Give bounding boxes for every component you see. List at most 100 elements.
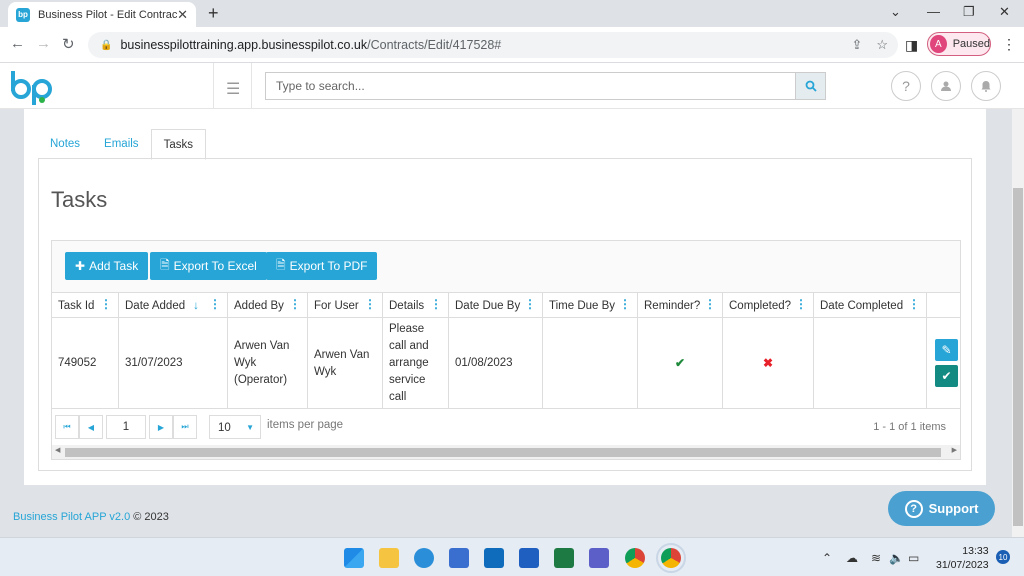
browser-toolbar: ← → ↻ 🔒 businesspilottraining.app.busine… xyxy=(0,27,1024,63)
tab-emails[interactable]: Emails xyxy=(92,129,151,159)
column-header-completed[interactable]: Completed? ⋮ xyxy=(723,293,814,318)
complete-task-button[interactable]: ✔ xyxy=(935,365,958,387)
column-menu-icon[interactable]: ⋮ xyxy=(524,298,536,311)
divider xyxy=(251,63,252,109)
last-page-icon[interactable]: ⏭ xyxy=(173,415,197,439)
search-input[interactable] xyxy=(265,72,795,100)
back-icon[interactable]: ← xyxy=(10,35,25,52)
browser-tab[interactable]: bp Business Pilot - Edit Contract ✕ xyxy=(8,2,196,27)
column-header-date-due-by[interactable]: Date Due By ⋮ xyxy=(449,293,543,318)
wifi-icon[interactable]: ≋ xyxy=(871,551,881,565)
outlook-icon[interactable] xyxy=(484,548,504,568)
notifications-bell-icon[interactable] xyxy=(971,71,1001,101)
reload-icon[interactable]: ↻ xyxy=(62,35,75,53)
battery-icon[interactable]: ▭ xyxy=(908,551,919,565)
business-pilot-logo[interactable] xyxy=(10,69,58,105)
chrome-icon[interactable] xyxy=(625,548,645,568)
file-explorer-icon[interactable] xyxy=(379,548,399,568)
tab-tasks[interactable]: Tasks xyxy=(150,129,206,160)
hamburger-menu-icon[interactable]: ☰ xyxy=(226,79,240,99)
page-size-select[interactable]: 10 ▼ xyxy=(209,415,261,439)
lock-icon: 🔒 xyxy=(100,39,113,51)
minimize-icon[interactable]: — xyxy=(927,4,940,19)
page-number-input[interactable]: 1 xyxy=(106,415,146,439)
restore-icon[interactable]: ❐ xyxy=(963,4,975,20)
browser-tabstrip: bp Business Pilot - Edit Contract ✕ + ⌄ … xyxy=(0,0,1024,27)
tab-notes[interactable]: Notes xyxy=(38,129,92,159)
column-header-task-id[interactable]: Task Id ⋮ xyxy=(52,293,119,318)
column-menu-icon[interactable]: ⋮ xyxy=(430,298,442,311)
close-tab-icon[interactable]: ✕ xyxy=(177,7,188,23)
items-per-page-label: items per page xyxy=(267,419,344,431)
pencil-icon: ✎ xyxy=(941,343,952,357)
column-menu-icon[interactable]: ⋮ xyxy=(289,298,301,311)
column-menu-icon[interactable]: ⋮ xyxy=(908,298,920,311)
excel-icon[interactable] xyxy=(554,548,574,568)
column-header-for-user[interactable]: For User ⋮ xyxy=(308,293,383,318)
speaker-icon[interactable]: 🔈 xyxy=(889,551,904,565)
grid-scroll-thumb[interactable] xyxy=(65,448,941,457)
tab-title: Business Pilot - Edit Contract xyxy=(38,8,178,21)
windows-start-icon[interactable] xyxy=(344,548,364,568)
side-panel-icon[interactable]: ◨ xyxy=(905,37,918,54)
teams-icon[interactable] xyxy=(589,548,609,568)
forward-icon[interactable]: → xyxy=(36,35,51,52)
cell-date-completed xyxy=(814,318,927,409)
grid-horizontal-scrollbar[interactable]: ◀ ▶ xyxy=(52,445,960,459)
notification-badge[interactable]: 10 xyxy=(996,550,1010,564)
close-window-icon[interactable]: ✕ xyxy=(999,4,1010,20)
column-menu-icon[interactable]: ⋮ xyxy=(209,298,221,311)
footer-copyright: © 2023 xyxy=(133,511,169,523)
edge-browser-icon[interactable] xyxy=(414,548,434,568)
page-footer: Business Pilot APP v2.0 © 2023 xyxy=(13,511,169,523)
export-pdf-button[interactable]: 🗎 Export To PDF xyxy=(266,252,378,280)
export-excel-button[interactable]: 🗎 Export To Excel xyxy=(150,252,267,280)
help-icon[interactable]: ? xyxy=(891,71,921,101)
column-menu-icon[interactable]: ⋮ xyxy=(100,298,112,311)
previous-page-icon[interactable]: ◀ xyxy=(79,415,103,439)
new-tab-icon[interactable]: + xyxy=(208,3,219,24)
first-page-icon[interactable]: ⏮ xyxy=(55,415,79,439)
user-icon[interactable] xyxy=(931,71,961,101)
url-path: /Contracts/Edit/417528# xyxy=(367,38,502,52)
share-icon[interactable]: ⇪ xyxy=(851,37,862,53)
cell-reminder: ✔ xyxy=(638,318,723,409)
system-clock[interactable]: 13:33 31/07/2023 xyxy=(936,544,989,572)
search-button[interactable] xyxy=(795,72,826,100)
edit-task-button[interactable]: ✎ xyxy=(935,339,958,361)
column-menu-icon[interactable]: ⋮ xyxy=(704,298,716,311)
browser-menu-icon[interactable]: ⋮ xyxy=(1002,36,1016,53)
support-button[interactable]: ? Support xyxy=(888,491,995,526)
column-header-reminder[interactable]: Reminder? ⋮ xyxy=(638,293,723,318)
column-header-details[interactable]: Details ⋮ xyxy=(383,293,449,318)
address-bar[interactable]: 🔒 businesspilottraining.app.businesspilo… xyxy=(88,32,898,58)
add-task-button[interactable]: ✚ Add Task xyxy=(65,252,149,280)
table-row[interactable]: 749052 31/07/2023 Arwen Van Wyk (Operato… xyxy=(52,318,960,409)
next-page-icon[interactable]: ▶ xyxy=(149,415,173,439)
profile-button[interactable]: A Paused xyxy=(927,32,991,56)
column-menu-icon[interactable]: ⋮ xyxy=(364,298,376,311)
scroll-left-icon[interactable]: ◀ xyxy=(55,446,60,454)
contract-tabs: Notes Emails Tasks xyxy=(38,129,206,160)
column-menu-icon[interactable]: ⋮ xyxy=(619,298,631,311)
bookmark-star-icon[interactable]: ☆ xyxy=(876,37,888,53)
excel-file-icon: 🗎 xyxy=(160,257,170,272)
microsoft-store-icon[interactable] xyxy=(449,548,469,568)
column-header-time-due-by[interactable]: Time Due By ⋮ xyxy=(543,293,638,318)
cell-date-due-by: 01/08/2023 xyxy=(449,318,543,409)
column-header-added-by[interactable]: Added By ⋮ xyxy=(228,293,308,318)
column-header-date-added[interactable]: Date Added ↓ ⋮ xyxy=(119,293,228,318)
tasks-grid: ✚ Add Task 🗎 Export To Excel 🗎 Export To PD… xyxy=(51,240,961,460)
scroll-right-icon[interactable]: ▶ xyxy=(952,446,957,454)
column-header-date-completed[interactable]: Date Completed ⋮ xyxy=(814,293,927,318)
footer-brand-link[interactable]: Business Pilot APP v2.0 xyxy=(13,511,130,523)
chrome-profile-icon[interactable] xyxy=(656,543,686,573)
page-scroll-thumb[interactable] xyxy=(1013,188,1023,526)
word-icon[interactable] xyxy=(519,548,539,568)
tray-chevron-up-icon[interactable]: ⌃ xyxy=(822,551,832,565)
column-menu-icon[interactable]: ⋮ xyxy=(795,298,807,311)
cloud-icon[interactable]: ☁ xyxy=(846,551,858,565)
chevron-down-icon[interactable]: ⌄ xyxy=(890,4,901,20)
grid-pager: ⏮ ◀ 1 ▶ ⏭ 10 ▼ items per page 1 - 1 of 1 … xyxy=(52,409,960,445)
windows-taskbar: ⌃ ☁ ≋ 🔈 ▭ 13:33 31/07/2023 10 xyxy=(0,537,1024,576)
